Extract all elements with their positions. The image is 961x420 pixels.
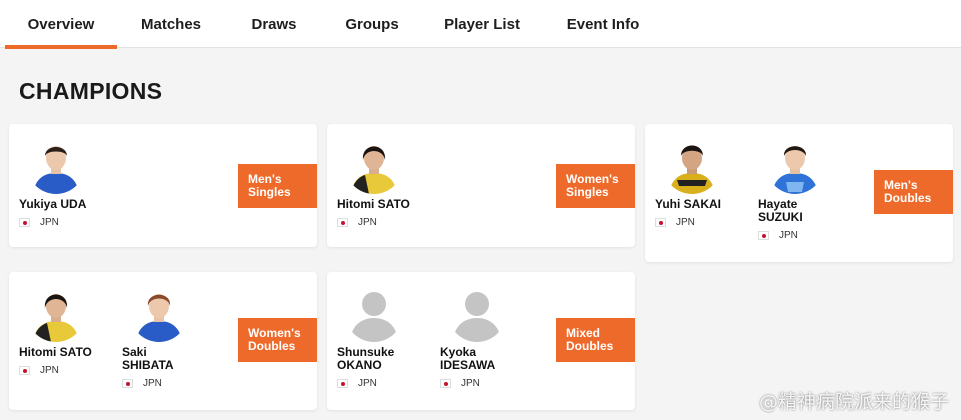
- champion-card-mens-singles[interactable]: Yukiya UDA JPN Men's Singles: [9, 124, 317, 247]
- player-country: JPN: [19, 217, 119, 228]
- player-photo: [345, 136, 403, 194]
- player-name[interactable]: Yukiya UDA: [19, 197, 86, 211]
- player-country: JPN: [440, 378, 540, 389]
- player-entry[interactable]: Saki SHIBATA JPN: [122, 284, 222, 389]
- tab-player-list[interactable]: Player List: [432, 0, 532, 48]
- player-photo: [27, 136, 85, 194]
- event-badge: Men's Doubles: [874, 170, 953, 214]
- event-badge: Mixed Doubles: [556, 318, 635, 362]
- tab-event-info[interactable]: Event Info: [556, 0, 650, 48]
- section-title: CHAMPIONS: [19, 78, 163, 104]
- tab-overview[interactable]: Overview: [5, 0, 117, 49]
- event-name-line2: Singles: [248, 185, 291, 199]
- country-code: JPN: [676, 217, 695, 228]
- japan-flag-icon: [337, 218, 348, 227]
- player-name-line2[interactable]: SHIBATA: [122, 359, 222, 372]
- placeholder-avatar-icon: [345, 284, 403, 342]
- player-name[interactable]: Hitomi SATO: [19, 345, 92, 359]
- event-badge: Men's Singles: [238, 164, 317, 208]
- player-photo: [130, 284, 188, 342]
- champion-card-mixed-doubles[interactable]: Shunsuke OKANO JPN Kyoka IDESAWA JPN Mix…: [327, 272, 635, 410]
- player-name-line2[interactable]: OKANO: [337, 359, 437, 372]
- country-code: JPN: [461, 378, 480, 389]
- player-name-line2[interactable]: SUZUKI: [758, 211, 858, 224]
- player-entry[interactable]: Yuhi SAKAI JPN: [655, 136, 755, 228]
- country-code: JPN: [779, 230, 798, 241]
- player-name[interactable]: Hitomi SATO: [337, 197, 410, 211]
- placeholder-avatar-icon: [448, 284, 506, 342]
- event-badge: Women's Singles: [556, 164, 635, 208]
- player-entry[interactable]: Shunsuke OKANO JPN: [337, 284, 437, 389]
- tab-draws[interactable]: Draws: [240, 0, 308, 48]
- japan-flag-icon: [758, 231, 769, 240]
- country-code: JPN: [358, 378, 377, 389]
- champion-card-mens-doubles[interactable]: Yuhi SAKAI JPN Hayate SUZUKI JPN Men's D…: [645, 124, 953, 262]
- champion-card-womens-singles[interactable]: Hitomi SATO JPN Women's Singles: [327, 124, 635, 247]
- country-code: JPN: [40, 217, 59, 228]
- player-entry[interactable]: Hitomi SATO JPN: [19, 284, 119, 376]
- country-code: JPN: [40, 365, 59, 376]
- japan-flag-icon: [337, 379, 348, 388]
- event-badge: Women's Doubles: [238, 318, 317, 362]
- player-country: JPN: [19, 365, 119, 376]
- player-country: JPN: [337, 217, 437, 228]
- player-entry[interactable]: Kyoka IDESAWA JPN: [440, 284, 540, 389]
- japan-flag-icon: [122, 379, 133, 388]
- player-country: JPN: [337, 378, 437, 389]
- event-tab-bar: Overview Matches Draws Groups Player Lis…: [0, 0, 961, 49]
- watermark: @精神病院派来的猴子: [758, 391, 949, 413]
- player-name[interactable]: Yuhi SAKAI: [655, 197, 721, 211]
- event-name-line2: Doubles: [248, 339, 296, 353]
- player-name-line2[interactable]: IDESAWA: [440, 359, 540, 372]
- japan-flag-icon: [19, 366, 30, 375]
- event-name-line2: Doubles: [566, 339, 614, 353]
- player-entry[interactable]: Hayate SUZUKI JPN: [758, 136, 858, 241]
- player-country: JPN: [655, 217, 755, 228]
- event-name-line2: Doubles: [884, 191, 932, 205]
- player-photo: [766, 136, 824, 194]
- japan-flag-icon: [440, 379, 451, 388]
- tab-matches[interactable]: Matches: [128, 0, 214, 48]
- player-photo: [27, 284, 85, 342]
- tab-groups[interactable]: Groups: [334, 0, 410, 48]
- event-name-line2: Singles: [566, 185, 609, 199]
- player-photo: [663, 136, 721, 194]
- player-country: JPN: [122, 378, 222, 389]
- japan-flag-icon: [655, 218, 666, 227]
- japan-flag-icon: [19, 218, 30, 227]
- champion-card-womens-doubles[interactable]: Hitomi SATO JPN Saki SHIBATA JPN Women's…: [9, 272, 317, 410]
- player-entry[interactable]: Hitomi SATO JPN: [337, 136, 437, 228]
- player-entry[interactable]: Yukiya UDA JPN: [19, 136, 119, 228]
- country-code: JPN: [358, 217, 377, 228]
- country-code: JPN: [143, 378, 162, 389]
- player-country: JPN: [758, 230, 858, 241]
